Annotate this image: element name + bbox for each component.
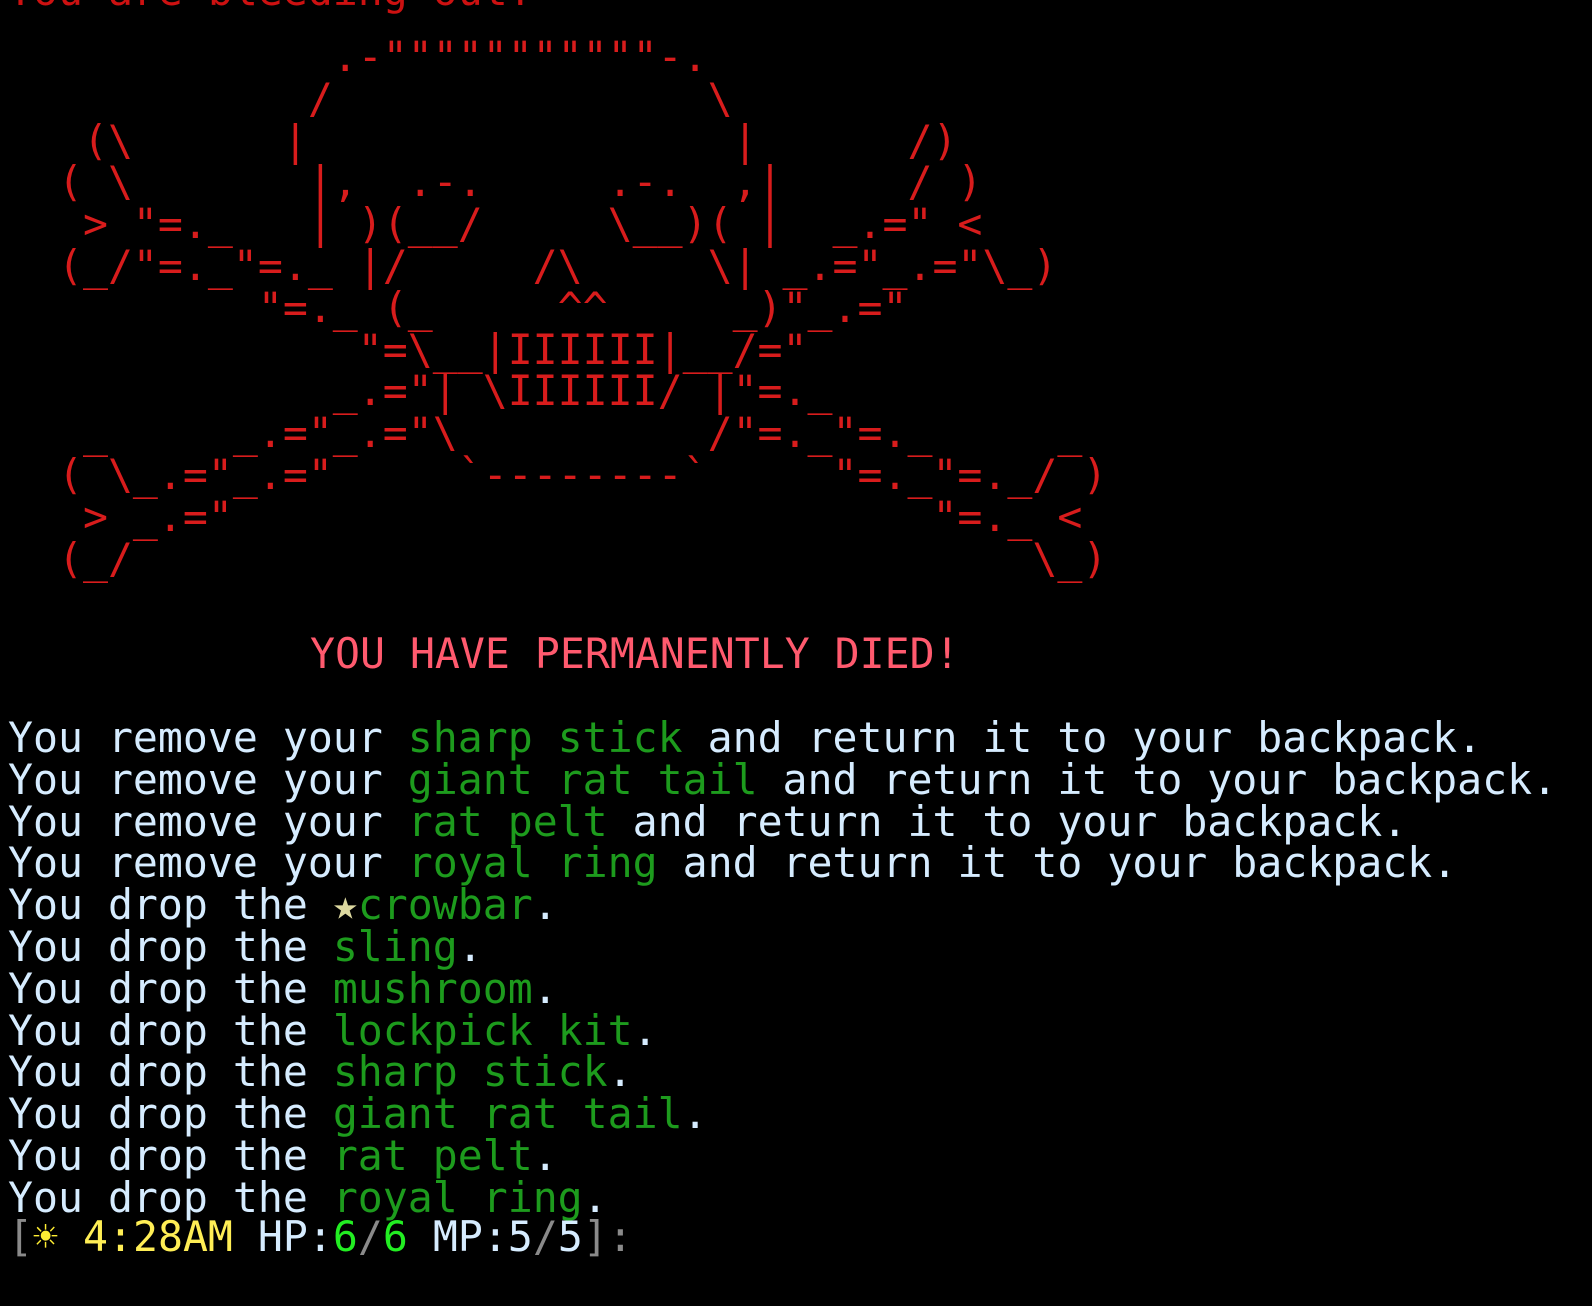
log-text: . (532, 880, 558, 930)
mp-max: 5 (557, 1212, 583, 1261)
log-line: You remove your giant rat tail and retur… (8, 758, 1557, 801)
terminal-screen: You are bleeding out! .-"""""""""""-. / … (0, 0, 1592, 1306)
mp-current: 5 (507, 1212, 533, 1261)
log-line: You drop the giant rat tail. (8, 1093, 1557, 1135)
command-prompt[interactable]: : (608, 1212, 633, 1261)
hp-label: HP: (257, 1212, 333, 1261)
top-message: You are bleeding out! (8, 0, 533, 12)
log-line: You remove your royal ring and return it… (8, 842, 1557, 884)
skull-art-line: (_/ \_) (8, 533, 1108, 583)
log-line: You remove your sharp stick and return i… (8, 717, 1557, 759)
log-line: You drop the sharp stick. (8, 1051, 1557, 1093)
sun-icon: ☀ (33, 1212, 58, 1261)
skull-crossbones-art: .-"""""""""""-. / \ (\ | | /) ( \ |, .-.… (8, 36, 1107, 579)
log-line: You drop the lockpick kit. (8, 1009, 1557, 1052)
hp-max: 6 (382, 1212, 408, 1261)
log-line: You drop the mushroom. (8, 967, 1557, 1010)
hp-current: 6 (332, 1212, 358, 1261)
log-line: You drop the sling. (8, 926, 1557, 968)
status-prompt[interactable]: [☀ 4:28AM HP:6/6 MP:5/5]: (8, 1216, 633, 1258)
log-line: You drop the ★crowbar. (8, 884, 1557, 926)
game-time: 4:28AM (83, 1212, 233, 1261)
log-line: You remove your rat pelt and return it t… (8, 800, 1557, 843)
status-close-bracket: ] (582, 1212, 608, 1261)
hp-separator: / (357, 1212, 383, 1261)
mp-label: MP: (432, 1212, 508, 1261)
mp-separator: / (532, 1212, 558, 1261)
log-text: . (682, 1089, 708, 1139)
log-text: and return it to your backpack. (657, 838, 1458, 888)
message-log: You remove your sharp stick and return i… (8, 717, 1557, 1219)
status-open-bracket: [ (8, 1212, 33, 1261)
log-line: You drop the rat pelt. (8, 1135, 1557, 1177)
death-banner: YOU HAVE PERMANENTLY DIED! (310, 629, 960, 678)
log-text: . (632, 1005, 658, 1055)
